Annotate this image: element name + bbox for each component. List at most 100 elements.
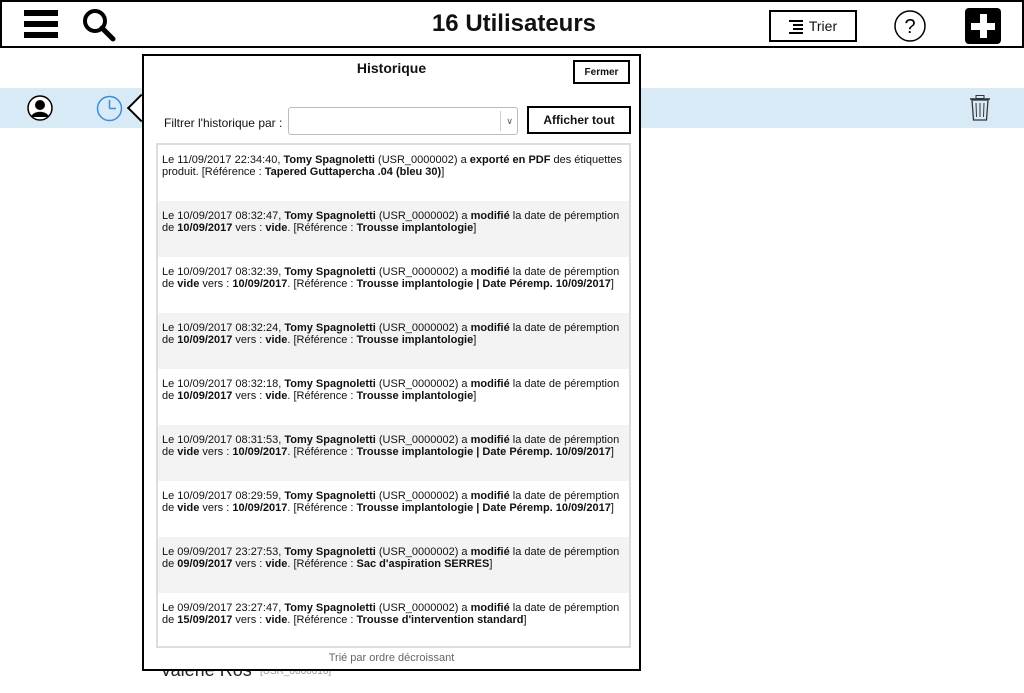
history-list[interactable]: Le 11/09/2017 22:34:40, Tomy Spagnoletti… [156, 143, 631, 648]
history-entry-prefix: Le 10/09/2017 08:31:53, [162, 434, 285, 446]
history-entry-ref-prefix: . [Référence : [287, 446, 357, 458]
history-entry-mid2: vers : [232, 334, 266, 346]
history-entry-action: modifié [470, 546, 510, 558]
history-entry-suffix: ] [610, 278, 614, 290]
history-entry-value1: 09/09/2017 [177, 558, 233, 570]
history-entry-mid2: vers : [199, 502, 233, 514]
history-entry-value2: 10/09/2017 [232, 278, 288, 290]
history-entry-value1: vide [177, 278, 200, 290]
history-entry-suffix: ] [610, 446, 614, 458]
history-entry-user-id: (USR_0000002) a [375, 378, 471, 390]
show-all-button[interactable]: Afficher tout [527, 106, 631, 134]
history-entry-mid2: vers : [232, 390, 266, 402]
app: 16 Utilisateurs Trier ? Valerie Ros [USR… [0, 0, 1024, 693]
user-avatar-icon[interactable] [27, 95, 53, 121]
history-entry-mid2: vers : [232, 558, 266, 570]
history-entry-mid2: vers : [199, 278, 233, 290]
history-entry-value2: vide [265, 558, 288, 570]
history-entry-prefix: Le 10/09/2017 08:32:24, [162, 322, 285, 334]
history-entry: Le 11/09/2017 22:34:40, Tomy Spagnoletti… [158, 145, 629, 201]
history-entry-value1: 15/09/2017 [177, 614, 233, 626]
history-entry-value1: vide [177, 446, 200, 458]
clock-icon[interactable] [96, 95, 123, 122]
history-entry-mid2: vers : [232, 614, 266, 626]
select-divider [500, 111, 501, 131]
history-entry-suffix: ] [489, 558, 493, 570]
sort-button[interactable]: Trier [769, 10, 857, 42]
history-entry-user-id: (USR_0000002) a [375, 434, 471, 446]
history-entry-reference: Sac d'aspiration SERRES [356, 558, 490, 570]
history-entry-reference: Trousse implantologie [356, 222, 474, 234]
history-entry-action: exporté en PDF [469, 154, 551, 166]
svg-text:?: ? [904, 16, 915, 38]
history-entry-value2: vide [265, 334, 288, 346]
history-entry-user: Tomy Spagnoletti [283, 154, 375, 166]
history-entry: Le 10/09/2017 08:32:47, Tomy Spagnoletti… [158, 201, 629, 257]
history-entry-ref-prefix: . [Référence : [287, 222, 357, 234]
history-entry-user: Tomy Spagnoletti [284, 378, 376, 390]
history-entry: Le 10/09/2017 08:32:24, Tomy Spagnoletti… [158, 313, 629, 369]
history-entry-ref-prefix: . [Référence : [287, 390, 357, 402]
page-title: 16 Utilisateurs [431, 10, 597, 37]
history-entry-mid2: vers : [199, 446, 233, 458]
close-button[interactable]: Fermer [573, 60, 630, 84]
history-entry-user: Tomy Spagnoletti [284, 434, 376, 446]
history-entry: Le 10/09/2017 08:32:39, Tomy Spagnoletti… [158, 257, 629, 313]
history-entry-reference: Trousse implantologie [356, 334, 474, 346]
history-entry-suffix: ] [473, 390, 477, 402]
history-entry: Le 10/09/2017 08:31:53, Tomy Spagnoletti… [158, 425, 629, 481]
history-entry-user-id: (USR_0000002) a [375, 266, 471, 278]
history-entry-user-id: (USR_0000002) a [375, 490, 471, 502]
search-icon[interactable] [82, 8, 116, 42]
add-user-button[interactable] [965, 8, 1001, 44]
history-entry-reference: Tapered Guttapercha .04 (bleu 30) [264, 166, 442, 178]
history-entry-user: Tomy Spagnoletti [284, 322, 376, 334]
history-entry: Le 09/09/2017 23:27:47, Tomy Spagnoletti… [158, 593, 629, 646]
history-entry-action: modifié [470, 434, 510, 446]
history-entry-suffix: ] [473, 222, 477, 234]
history-entry-suffix: ] [523, 614, 527, 626]
history-entry-user: Tomy Spagnoletti [284, 490, 376, 502]
help-icon[interactable]: ? [893, 9, 927, 43]
filter-select[interactable]: ∨ [288, 107, 518, 135]
history-entry-action: modifié [470, 602, 510, 614]
sort-order-note: Trié par ordre décroissant [328, 652, 455, 664]
history-entry-action: modifié [470, 378, 510, 390]
history-entry-user: Tomy Spagnoletti [284, 210, 376, 222]
history-entry-value1: 10/09/2017 [177, 390, 233, 402]
history-entry-action: modifié [470, 490, 510, 502]
chevron-down-icon: ∨ [506, 116, 513, 126]
history-entry-action: modifié [470, 266, 510, 278]
history-entry-user-id: (USR_0000002) a [375, 322, 471, 334]
history-entry-mid2: vers : [232, 222, 266, 234]
history-entry-value2: 10/09/2017 [232, 446, 288, 458]
trash-icon[interactable] [969, 95, 991, 121]
history-entry-prefix: Le 10/09/2017 08:32:39, [162, 266, 285, 278]
history-entry-prefix: Le 11/09/2017 22:34:40, [162, 154, 284, 166]
history-entry-action: modifié [470, 210, 510, 222]
history-entry-reference: Trousse implantologie | Date Péremp. 10/… [356, 502, 611, 514]
popup-title: Historique [356, 60, 427, 76]
history-entry-prefix: Le 10/09/2017 08:32:18, [162, 378, 285, 390]
history-entry-value2: vide [265, 222, 288, 234]
history-entry-action: modifié [470, 322, 510, 334]
history-entry-value2: vide [265, 390, 288, 402]
menu-icon[interactable] [24, 9, 60, 41]
history-entry-reference: Trousse implantologie | Date Péremp. 10/… [356, 446, 611, 458]
history-entry-value1: 10/09/2017 [177, 222, 233, 234]
history-entry-ref-prefix: . [Référence : [287, 614, 357, 626]
history-entry-suffix: ] [473, 334, 477, 346]
history-entry-user-id: (USR_0000002) a [375, 602, 471, 614]
history-entry-ref-prefix: . [Référence : [287, 558, 357, 570]
history-entry-reference: Trousse d'intervention standard [356, 614, 524, 626]
history-entry-prefix: Le 09/09/2017 23:27:53, [162, 546, 285, 558]
history-entry: Le 10/09/2017 08:29:59, Tomy Spagnoletti… [158, 481, 629, 537]
history-entry-ref-prefix: . [Référence : [287, 278, 357, 290]
history-popup: Historique Fermer Filtrer l'historique p… [142, 54, 641, 671]
history-entry: Le 10/09/2017 08:32:18, Tomy Spagnoletti… [158, 369, 629, 425]
history-entry-user: Tomy Spagnoletti [284, 546, 376, 558]
history-entry-user-id: (USR_0000002) a [374, 154, 470, 166]
history-entry-ref-prefix: . [Référence : [287, 334, 357, 346]
history-entry-user: Tomy Spagnoletti [284, 602, 376, 614]
history-entry-value2: 10/09/2017 [232, 502, 288, 514]
